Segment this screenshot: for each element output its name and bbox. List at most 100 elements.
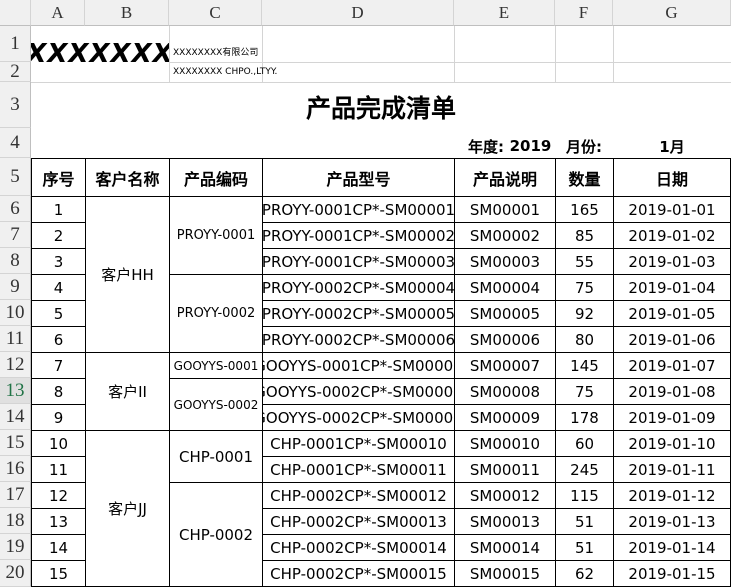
date-cell[interactable]: 2019-01-10: [613, 430, 731, 457]
product-desc-cell[interactable]: SM00007: [454, 352, 556, 379]
header-product-model[interactable]: 产品型号: [262, 158, 455, 197]
row-header-16[interactable]: 16: [0, 456, 31, 482]
date-cell[interactable]: 2019-01-14: [613, 534, 731, 561]
product-model-cell[interactable]: CHP-0002CP*-SM00015: [262, 560, 455, 587]
row-index-cell[interactable]: 9: [31, 404, 86, 431]
product-code-cell[interactable]: GOOYYS-0002: [169, 378, 263, 431]
quantity-cell[interactable]: 92: [555, 300, 614, 327]
product-model-cell[interactable]: PROYY-0002CP*-SM00006: [262, 326, 455, 353]
row-header-8[interactable]: 8: [0, 248, 31, 274]
product-model-cell[interactable]: GOOYYS-0002CP*-SM00009: [262, 404, 455, 431]
product-desc-cell[interactable]: SM00014: [454, 534, 556, 561]
row-header-20[interactable]: 20: [0, 560, 31, 587]
product-desc-cell[interactable]: SM00006: [454, 326, 556, 353]
date-cell[interactable]: 2019-01-08: [613, 378, 731, 405]
row-header-6[interactable]: 6: [0, 196, 31, 222]
quantity-cell[interactable]: 165: [555, 196, 614, 223]
product-model-cell[interactable]: GOOYYS-0002CP*-SM00008: [262, 378, 455, 405]
quantity-cell[interactable]: 145: [555, 352, 614, 379]
header-product-code[interactable]: 产品编码: [169, 158, 263, 197]
product-code-cell[interactable]: PROYY-0002: [169, 274, 263, 353]
row-header-9[interactable]: 9: [0, 274, 31, 300]
row-header-2[interactable]: 2: [0, 61, 31, 82]
company-name-en[interactable]: XXXXXXXX CHPO.,LTYY.: [169, 62, 454, 82]
column-header-c[interactable]: C: [169, 0, 262, 26]
product-desc-cell[interactable]: SM00008: [454, 378, 556, 405]
row-header-10[interactable]: 10: [0, 300, 31, 326]
quantity-cell[interactable]: 85: [555, 222, 614, 249]
product-desc-cell[interactable]: SM00013: [454, 508, 556, 535]
row-header-11[interactable]: 11: [0, 326, 31, 352]
customer-cell[interactable]: 客户JJ: [85, 430, 170, 587]
product-desc-cell[interactable]: SM00009: [454, 404, 556, 431]
product-model-cell[interactable]: CHP-0002CP*-SM00013: [262, 508, 455, 535]
column-header-d[interactable]: D: [262, 0, 454, 26]
row-index-cell[interactable]: 3: [31, 248, 86, 275]
date-cell[interactable]: 2019-01-02: [613, 222, 731, 249]
header-customer[interactable]: 客户名称: [85, 158, 170, 197]
product-code-cell[interactable]: GOOYYS-0001: [169, 352, 263, 379]
month-value[interactable]: 1月: [613, 132, 731, 160]
date-cell[interactable]: 2019-01-09: [613, 404, 731, 431]
row-header-3[interactable]: 3: [0, 82, 31, 128]
column-header-a[interactable]: A: [31, 0, 85, 26]
sheet-title[interactable]: 产品完成清单: [31, 86, 731, 128]
date-cell[interactable]: 2019-01-04: [613, 274, 731, 301]
quantity-cell[interactable]: 62: [555, 560, 614, 587]
product-desc-cell[interactable]: SM00010: [454, 430, 556, 457]
row-index-cell[interactable]: 14: [31, 534, 86, 561]
product-model-cell[interactable]: GOOYYS-0001CP*-SM00007: [262, 352, 455, 379]
product-code-cell[interactable]: CHP-0001: [169, 430, 263, 483]
row-header-13[interactable]: 13: [0, 378, 31, 404]
row-header-1[interactable]: 1: [0, 26, 31, 62]
row-index-cell[interactable]: 15: [31, 560, 86, 587]
row-index-cell[interactable]: 4: [31, 274, 86, 301]
product-model-cell[interactable]: PROYY-0001CP*-SM00003: [262, 248, 455, 275]
product-code-cell[interactable]: PROYY-0001: [169, 196, 263, 275]
row-index-cell[interactable]: 8: [31, 378, 86, 405]
date-cell[interactable]: 2019-01-07: [613, 352, 731, 379]
header-quantity[interactable]: 数量: [555, 158, 614, 197]
row-header-12[interactable]: 12: [0, 352, 31, 378]
row-header-17[interactable]: 17: [0, 482, 31, 508]
month-label[interactable]: 月份:: [555, 132, 613, 160]
column-header-e[interactable]: E: [454, 0, 555, 26]
quantity-cell[interactable]: 55: [555, 248, 614, 275]
row-index-cell[interactable]: 5: [31, 300, 86, 327]
row-header-7[interactable]: 7: [0, 222, 31, 248]
date-cell[interactable]: 2019-01-13: [613, 508, 731, 535]
company-name-cn[interactable]: XXXXXXXX有限公司: [169, 40, 454, 62]
quantity-cell[interactable]: 51: [555, 508, 614, 535]
product-model-cell[interactable]: CHP-0002CP*-SM00014: [262, 534, 455, 561]
header-date[interactable]: 日期: [613, 158, 731, 197]
year-label[interactable]: 年度:: [454, 132, 504, 160]
product-desc-cell[interactable]: SM00002: [454, 222, 556, 249]
product-desc-cell[interactable]: SM00005: [454, 300, 556, 327]
date-cell[interactable]: 2019-01-05: [613, 300, 731, 327]
product-code-cell[interactable]: CHP-0002: [169, 482, 263, 587]
product-desc-cell[interactable]: SM00003: [454, 248, 556, 275]
row-index-cell[interactable]: 2: [31, 222, 86, 249]
product-model-cell[interactable]: PROYY-0002CP*-SM00005: [262, 300, 455, 327]
customer-cell[interactable]: 客户II: [85, 352, 170, 431]
product-model-cell[interactable]: CHP-0002CP*-SM00012: [262, 482, 455, 509]
row-index-cell[interactable]: 7: [31, 352, 86, 379]
quantity-cell[interactable]: 178: [555, 404, 614, 431]
row-header-19[interactable]: 19: [0, 534, 31, 560]
quantity-cell[interactable]: 51: [555, 534, 614, 561]
date-cell[interactable]: 2019-01-11: [613, 456, 731, 483]
header-index[interactable]: 序号: [31, 158, 86, 197]
product-desc-cell[interactable]: SM00015: [454, 560, 556, 587]
product-model-cell[interactable]: PROYY-0001CP*-SM00002: [262, 222, 455, 249]
product-desc-cell[interactable]: SM00011: [454, 456, 556, 483]
quantity-cell[interactable]: 60: [555, 430, 614, 457]
date-cell[interactable]: 2019-01-01: [613, 196, 731, 223]
row-header-14[interactable]: 14: [0, 404, 31, 430]
row-index-cell[interactable]: 11: [31, 456, 86, 483]
product-model-cell[interactable]: PROYY-0001CP*-SM00001: [262, 196, 455, 223]
row-header-4[interactable]: 4: [0, 128, 31, 158]
product-model-cell[interactable]: CHP-0001CP*-SM00010: [262, 430, 455, 457]
row-index-cell[interactable]: 1: [31, 196, 86, 223]
date-cell[interactable]: 2019-01-12: [613, 482, 731, 509]
row-index-cell[interactable]: 12: [31, 482, 86, 509]
